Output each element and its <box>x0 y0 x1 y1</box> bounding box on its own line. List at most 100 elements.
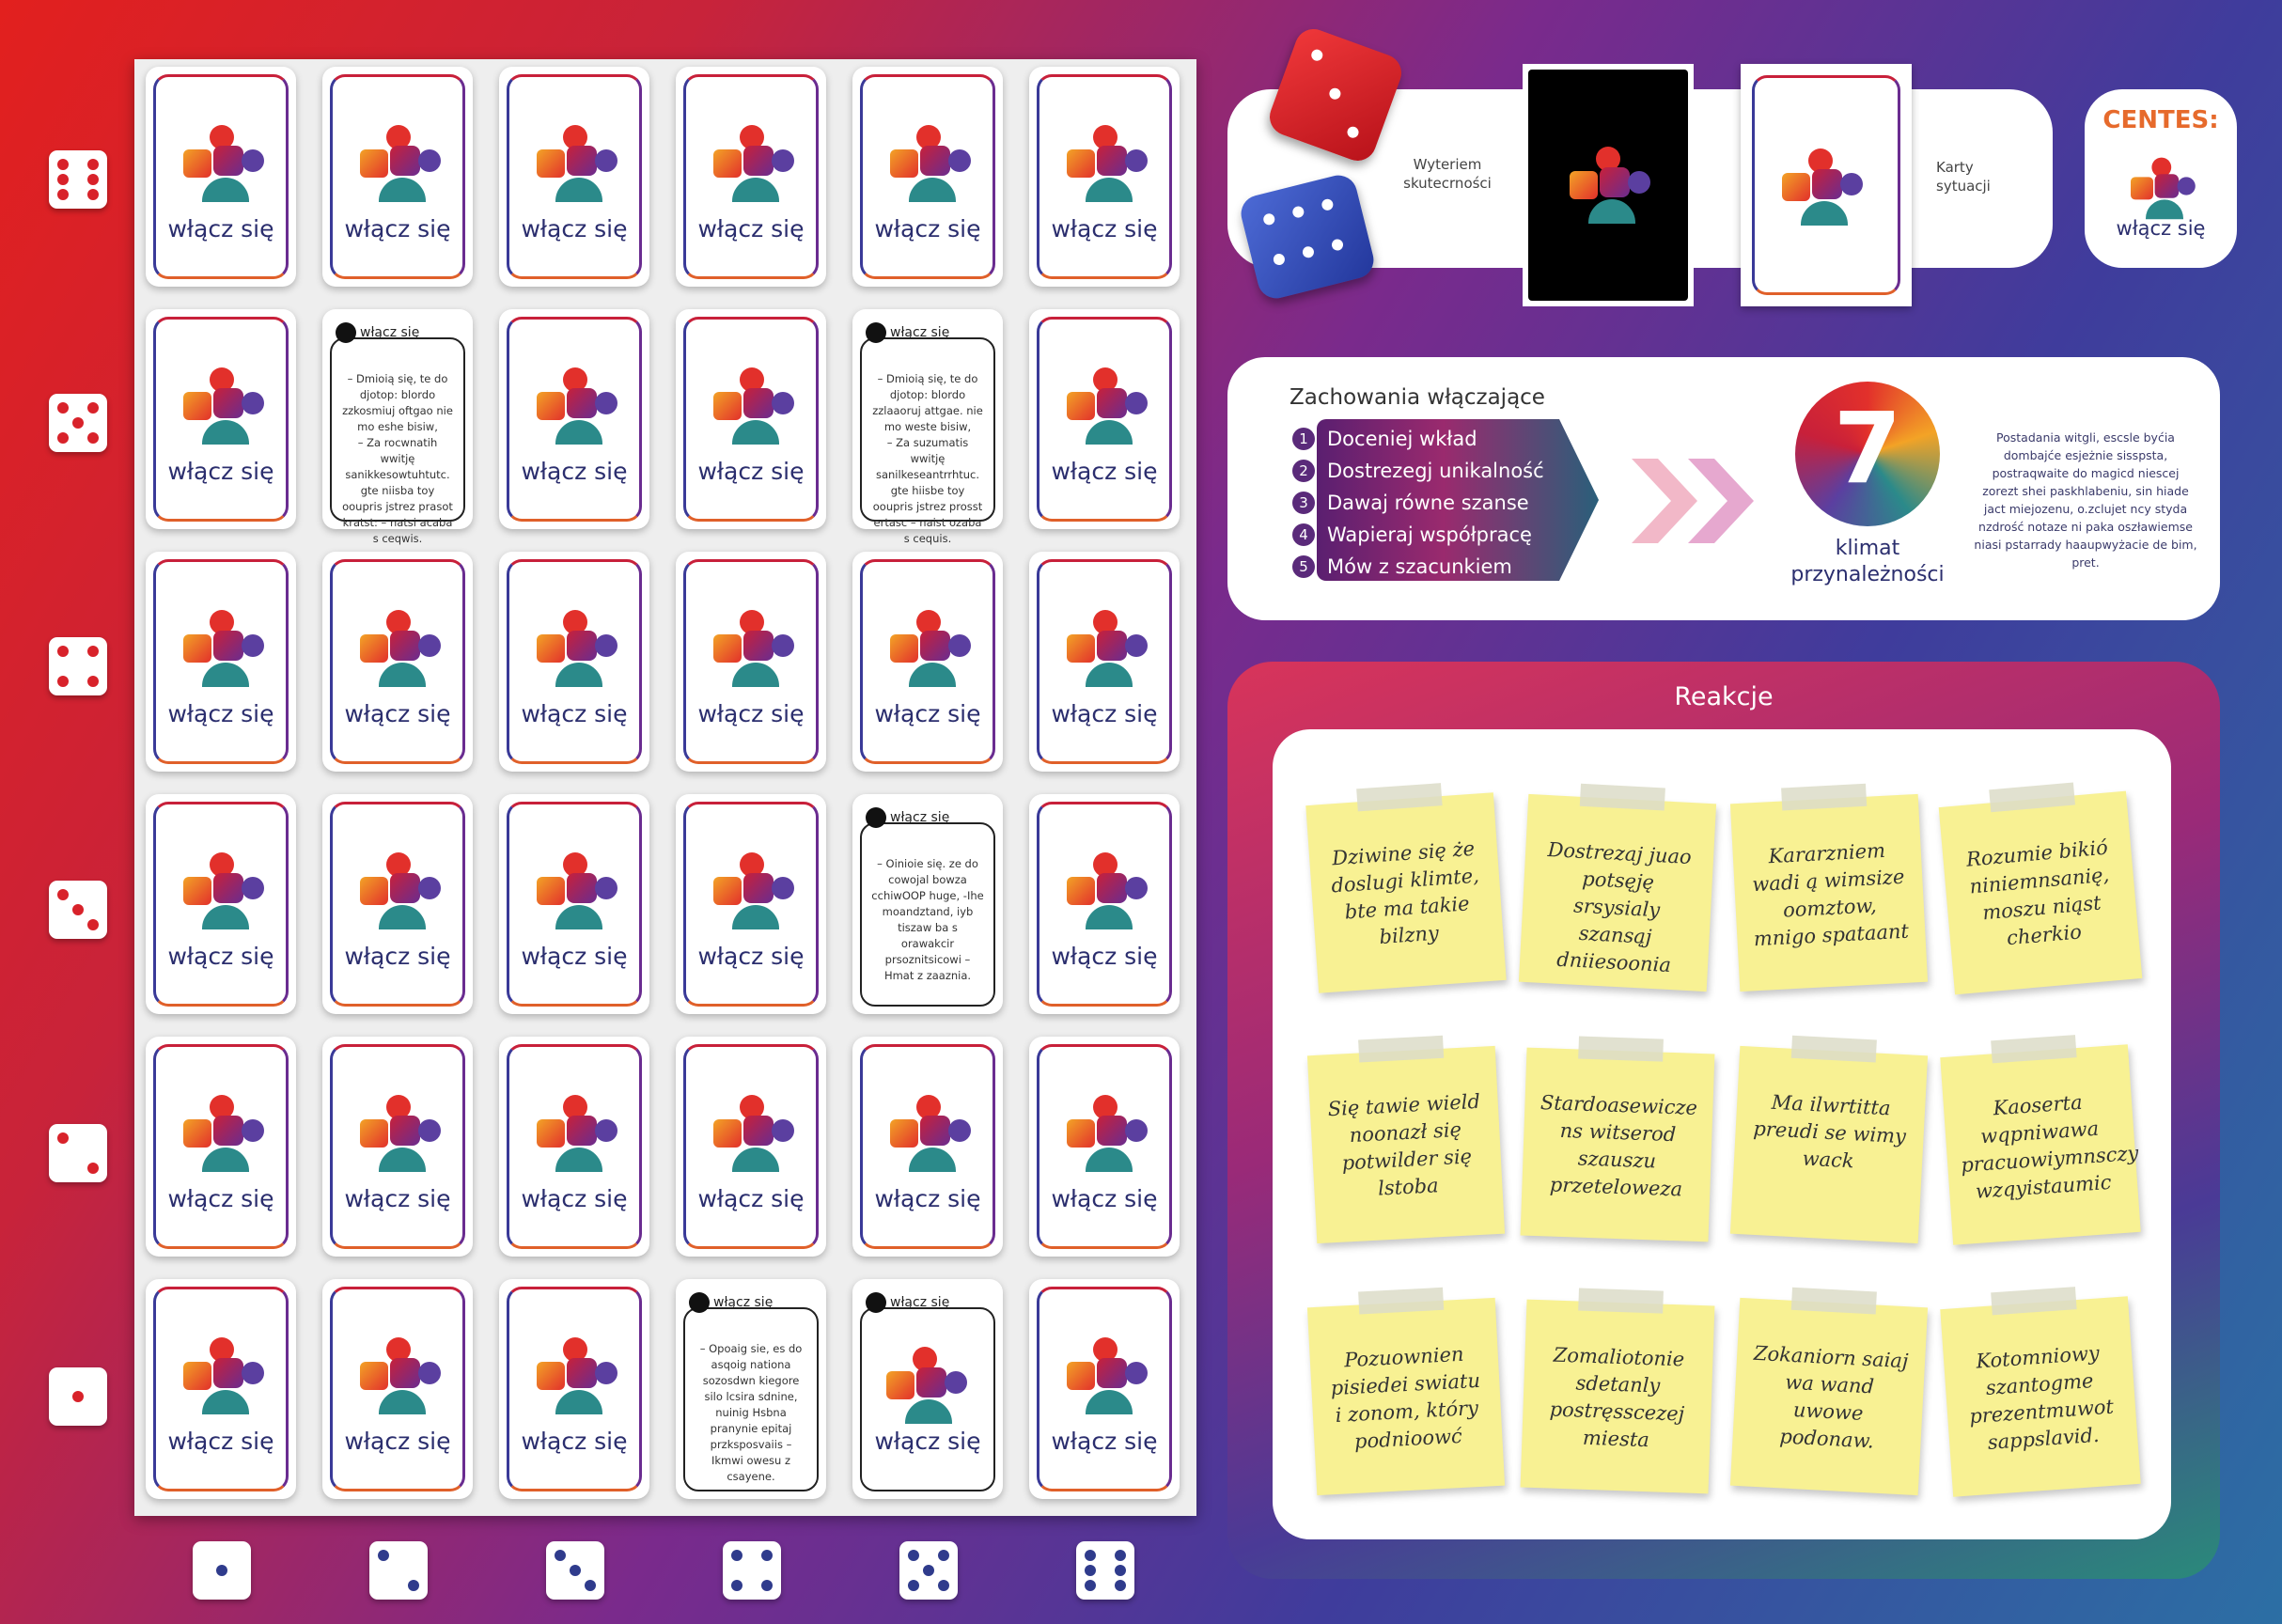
card-brand: włącz się <box>521 943 628 970</box>
face-down-card[interactable]: włącz się <box>146 309 296 529</box>
face-down-card[interactable]: włącz się <box>499 1279 649 1499</box>
card-brand: włącz się <box>167 215 274 242</box>
sticky-note[interactable]: Się tawie wield noonazł się potwilder si… <box>1306 1035 1506 1244</box>
face-up-card[interactable]: włącz się – Opoaig sie, es do asqoig nati… <box>676 1279 826 1499</box>
tape-strip <box>1356 783 1443 812</box>
face-down-card[interactable]: włącz się <box>146 794 296 1014</box>
face-down-card[interactable]: włącz się <box>1029 552 1180 772</box>
behavior-label: Wapieraj współpracę <box>1327 523 1532 546</box>
face-down-card[interactable]: włącz się <box>852 1037 1003 1257</box>
card-brand: włącz się <box>1051 943 1158 970</box>
face-down-card[interactable]: włącz się <box>146 1279 296 1499</box>
grid-cell: włącz się – Dmioią się, te do djotop: blo… <box>311 302 488 545</box>
face-up-card[interactable]: włącz się – Oinioie się. ze do cowojal bo… <box>852 794 1003 1014</box>
sticky-note[interactable]: Zokaniorn saiaj wa wand uwowe podonaw. <box>1729 1287 1929 1496</box>
face-down-card[interactable]: włącz się <box>1029 67 1180 287</box>
face-down-card[interactable]: włącz się <box>1029 1279 1180 1499</box>
face-up-card[interactable]: włącz się – Dmioią się, te do djotop: blo… <box>322 309 473 545</box>
face-down-card[interactable]: włącz się <box>852 67 1003 287</box>
face-down-card[interactable]: włącz się <box>146 552 296 772</box>
behavior-label: Doceniej wkład <box>1327 428 1477 450</box>
grid-cell: włącz się <box>488 302 664 544</box>
logo-icon <box>183 1335 268 1420</box>
face-down-card[interactable]: włącz się <box>676 794 826 1014</box>
sticky-note[interactable]: Kotomniowy szantogme prezentmuwot sappsl… <box>1940 1287 2141 1497</box>
card-brand: włącz się <box>167 700 274 727</box>
card-text: – Opoaig sie, es do asqoig nationa sozos… <box>699 1342 803 1483</box>
logo-icon <box>537 1093 621 1178</box>
face-down-card[interactable]: włącz się <box>322 1279 473 1499</box>
die-pip <box>938 1550 949 1561</box>
card-brand: włącz się <box>521 215 628 242</box>
centes-brand: włącz się <box>2116 217 2206 240</box>
die-pip <box>57 402 69 414</box>
card-brand: włącz się <box>167 458 274 485</box>
face-down-card[interactable]: włącz się <box>676 552 826 772</box>
face-down-card[interactable]: włącz się <box>322 67 473 287</box>
logo-icon <box>1067 851 1151 935</box>
sticky-note[interactable]: Rozumie bikió niniemnsanię, moszu niąst … <box>1938 782 2143 995</box>
sticky-note-text: Kararzniem wadi ą wimsize oomztow, mnigo… <box>1751 838 1910 951</box>
card-brand: włącz się <box>344 1185 451 1212</box>
tape-strip <box>1790 1035 1877 1063</box>
sticky-note[interactable]: Kaoserta wqpniwawa pracuowiymnsczy wzqyi… <box>1940 1035 2141 1245</box>
face-down-card[interactable]: włącz się <box>322 794 473 1014</box>
logo-star-icon <box>689 1292 710 1313</box>
card-brand: włącz się <box>167 943 274 970</box>
grid-cell: włącz się <box>311 59 488 302</box>
grid-cell: włącz się <box>134 59 311 302</box>
grid-cell: włącz się <box>1018 59 1195 302</box>
logo-icon <box>1067 1335 1151 1420</box>
face-down-card[interactable]: włącz się <box>499 1037 649 1257</box>
card-brand: włącz się <box>1051 700 1158 727</box>
sticky-note[interactable]: Dziwine się że doslugi klimte, bte ma ta… <box>1305 783 1507 993</box>
logo-icon <box>360 851 445 935</box>
face-down-card[interactable]: włącz się <box>852 552 1003 772</box>
situation-deck[interactable] <box>1741 64 1912 306</box>
black-criterion-deck[interactable] <box>1523 64 1694 306</box>
face-down-card[interactable]: włącz się <box>676 309 826 529</box>
sticky-note[interactable]: Kararzniem wadi ą wimsize oomztow, mnigo… <box>1729 783 1929 992</box>
logo-icon <box>713 123 798 208</box>
face-down-card[interactable]: włącz się <box>1029 1037 1180 1257</box>
die-pip <box>1115 1550 1126 1561</box>
face-up-card[interactable]: włącz się włącz się <box>852 1279 1003 1499</box>
sticky-note[interactable]: Pozuownien pisiedei swiatu i zonom, któr… <box>1306 1287 1506 1496</box>
card-brand: włącz się <box>167 1428 274 1455</box>
logo-icon <box>537 851 621 935</box>
face-down-card[interactable]: włącz się <box>146 67 296 287</box>
tape-strip <box>1358 1035 1445 1063</box>
card-brand: włącz się <box>697 943 805 970</box>
die-pip <box>87 174 99 185</box>
face-down-card[interactable]: włącz się <box>1029 309 1180 529</box>
sticky-note-text: Się tawie wield noonazł się potwilder si… <box>1327 1089 1481 1200</box>
sticky-note[interactable]: Dostrezaj juao potsęję srsysialy szansąj… <box>1518 783 1717 992</box>
sticky-note[interactable]: Ma ilwrtitta preudi se wimy wack <box>1729 1035 1929 1244</box>
climat-label: klimat przynależności <box>1790 537 1945 586</box>
column-die-6-icon <box>1076 1541 1134 1600</box>
row-die-5-icon <box>49 394 107 452</box>
die-pip <box>87 646 99 657</box>
die-pip <box>585 1580 596 1591</box>
face-down-card[interactable]: włącz się <box>322 1037 473 1257</box>
face-up-card[interactable]: włącz się – Dmioią się, te do djotop: blo… <box>852 309 1003 545</box>
face-down-card[interactable]: włącz się <box>499 67 649 287</box>
grid-cell: włącz się <box>841 1029 1018 1272</box>
face-down-card[interactable]: włącz się <box>499 309 649 529</box>
face-down-card[interactable]: włącz się <box>676 67 826 287</box>
face-down-card[interactable]: włącz się <box>499 794 649 1014</box>
face-down-card[interactable]: włącz się <box>1029 794 1180 1014</box>
face-down-card[interactable]: włącz się <box>499 552 649 772</box>
face-down-card[interactable]: włącz się <box>146 1037 296 1257</box>
die-pip <box>216 1565 227 1576</box>
die-pip <box>72 904 84 915</box>
face-down-card[interactable]: włącz się <box>676 1037 826 1257</box>
sticky-note[interactable]: Stardoasewicze ns witserod szauszu przet… <box>1520 1036 1715 1242</box>
column-die-4-icon <box>723 1541 781 1600</box>
logo-icon <box>713 1093 798 1178</box>
behaviors-list: 1 Doceniej wkład 2 Dostrezegj unikalność 3 Da… <box>1292 421 1609 583</box>
face-down-card[interactable]: włącz się <box>322 552 473 772</box>
die-pip <box>761 1580 773 1591</box>
behavior-item: 5 Mów z szacunkiem <box>1292 553 1512 581</box>
sticky-note[interactable]: Zomaliotonie sdetanly postręsscezej mies… <box>1520 1288 1715 1494</box>
